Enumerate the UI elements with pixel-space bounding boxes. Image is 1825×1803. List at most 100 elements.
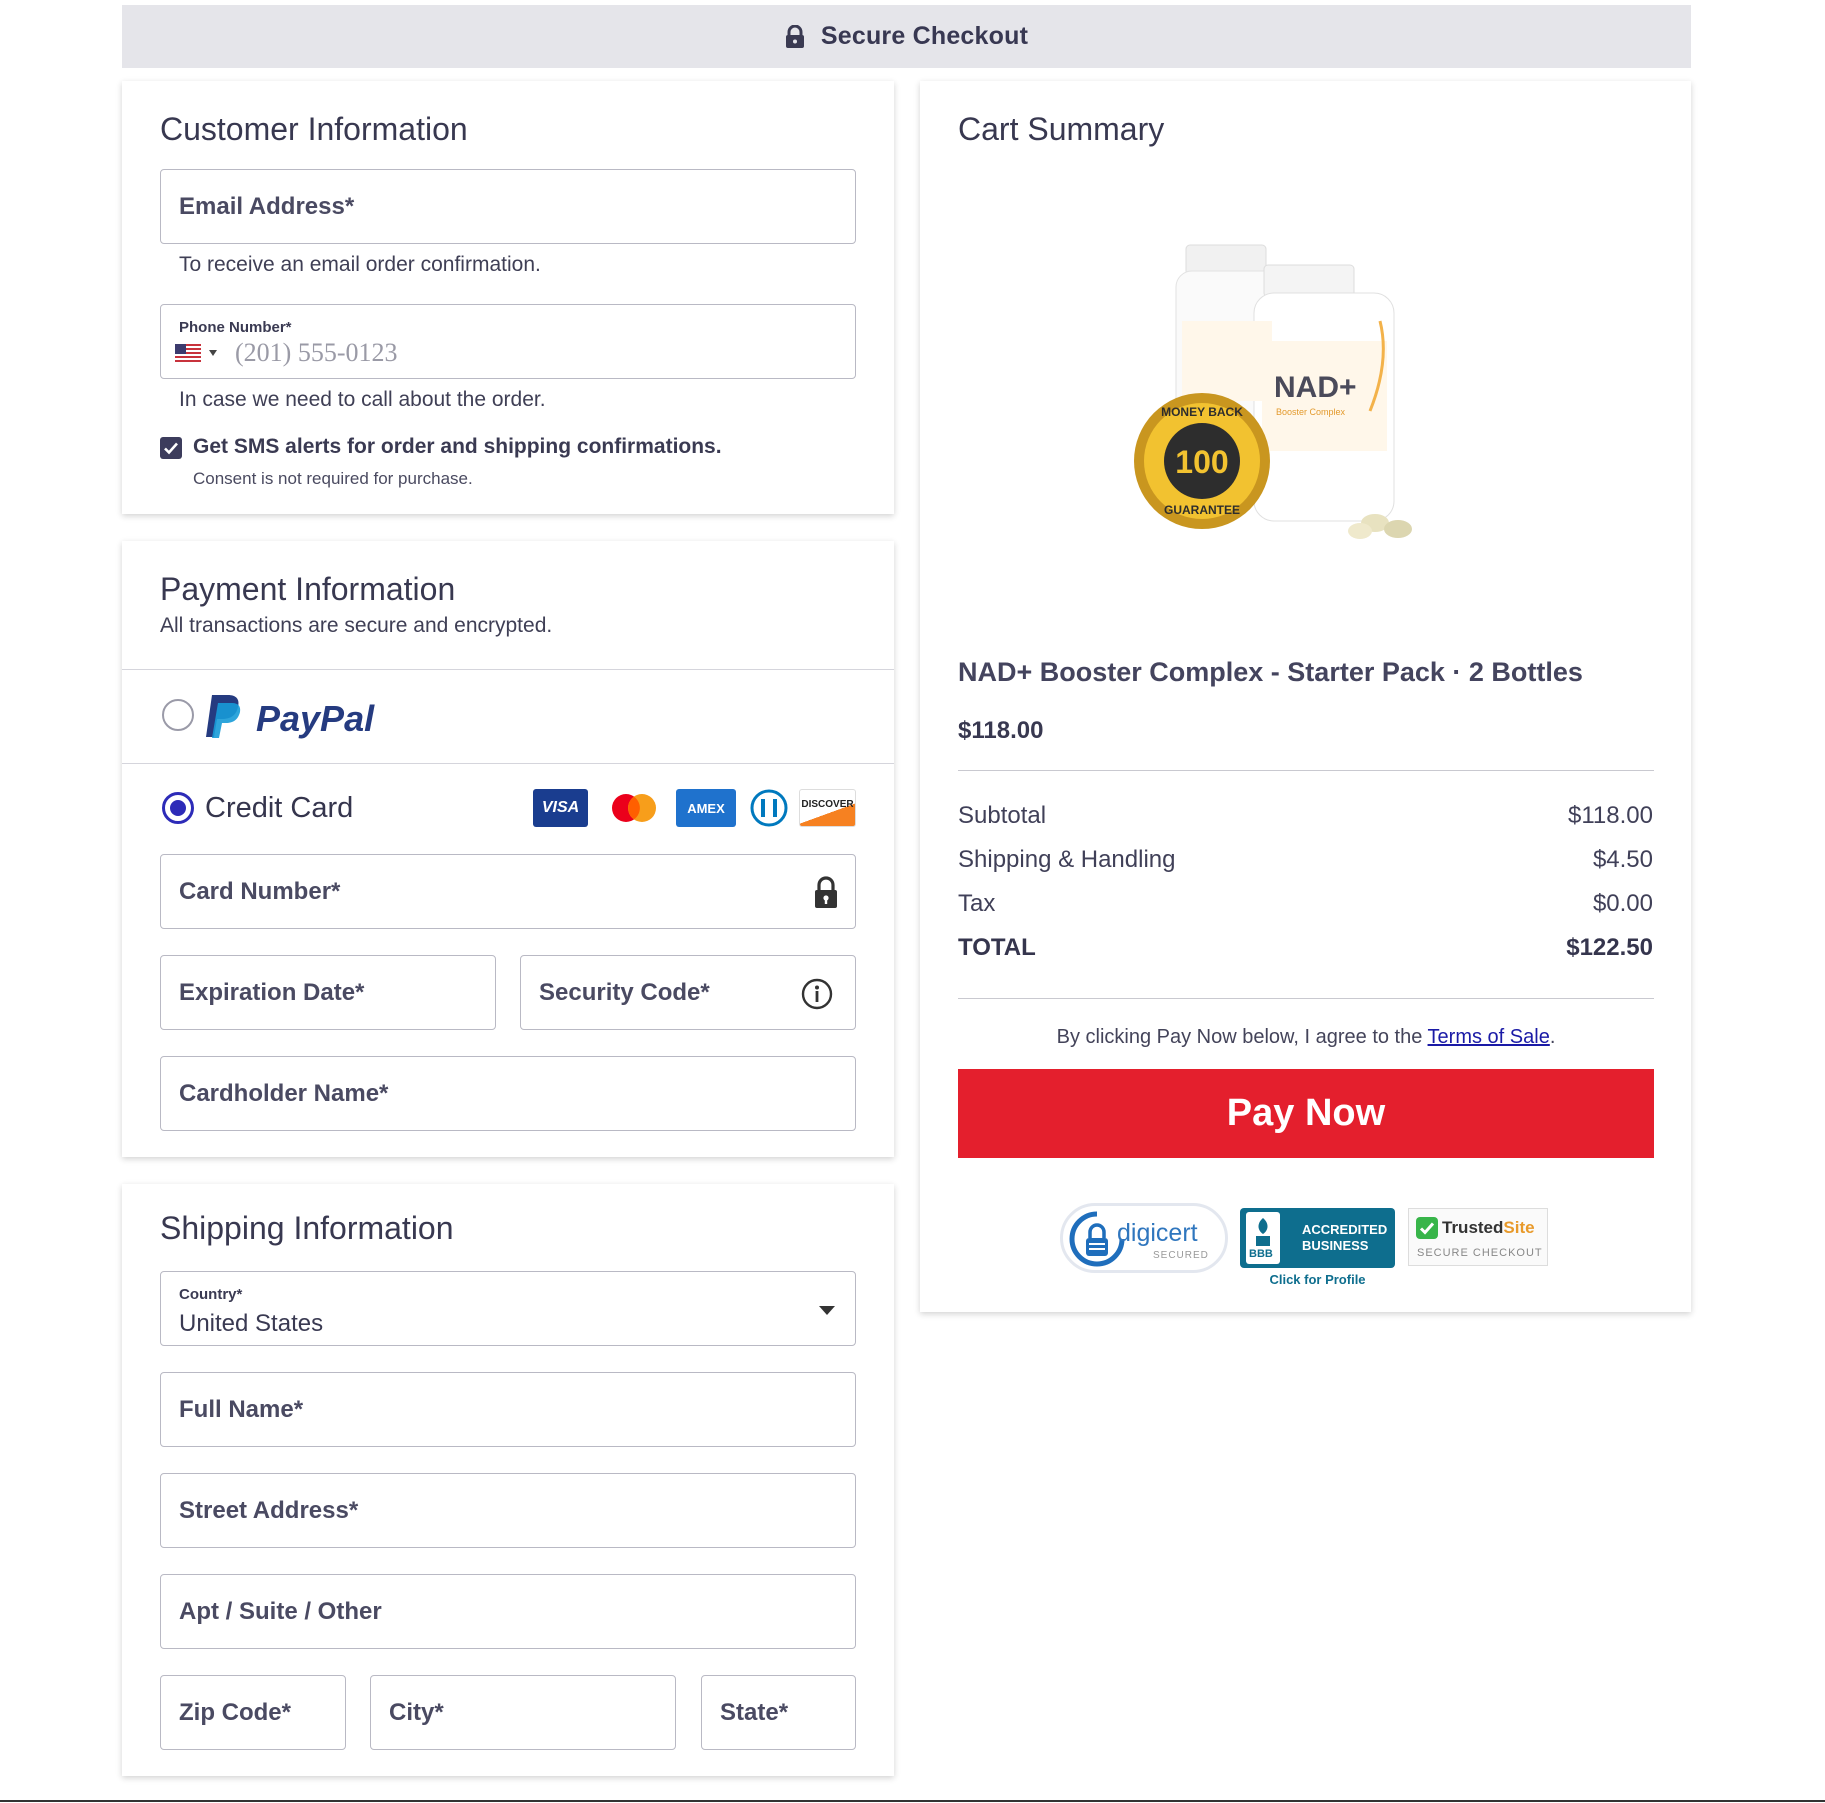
state-field[interactable]: State* [701,1675,856,1750]
shipping-label: Shipping & Handling [958,846,1176,873]
paypal-icon[interactable] [204,693,244,739]
shipping-information-heading: Shipping Information [160,1210,454,1246]
svg-text:NAD+: NAD+ [1274,371,1357,404]
digicert-badge[interactable]: digicert SECURED [1060,1203,1228,1273]
svg-text:GUARANTEE: GUARANTEE [1164,503,1240,517]
cart-summary-card: Cart Summary NAD+ Booster Complex 100 MO… [920,81,1691,1312]
secure-checkout-bar: Secure Checkout [122,5,1691,68]
svg-text:Booster Complex: Booster Complex [1276,407,1346,417]
total-label: TOTAL [958,934,1036,961]
city-label: City* [389,1698,444,1726]
digicert-text: digicert [1117,1219,1198,1247]
cardholder-name-field[interactable]: Cardholder Name* [160,1056,856,1131]
phone-input[interactable]: (201) 555-0123 [235,338,397,368]
tax-label: Tax [958,890,996,917]
divider [958,770,1654,771]
divider [958,998,1654,999]
payment-information-heading: Payment Information [160,571,456,607]
tax-value: $0.00 [1592,890,1653,917]
apt-suite-label: Apt / Suite / Other [179,1597,382,1625]
email-field[interactable]: Email Address* [160,169,856,244]
page-title: Secure Checkout [820,22,1029,50]
payment-information-card: Payment Information All transactions are… [122,541,894,1157]
phone-hint: In case we need to call about the order. [179,388,546,411]
city-field[interactable]: City* [370,1675,676,1750]
mastercard-icon [606,789,661,827]
paypal-radio[interactable] [162,699,194,731]
apt-suite-field[interactable]: Apt / Suite / Other [160,1574,856,1649]
trustedsite-text: TrustedSite [1442,1218,1535,1237]
page-bottom-border [0,1800,1825,1802]
full-name-field[interactable]: Full Name* [160,1372,856,1447]
sms-label[interactable]: Get SMS alerts for order and shipping co… [193,435,722,459]
sms-consent-note: Consent is not required for purchase. [193,469,473,488]
amex-icon: AMEX [676,789,736,827]
terms-suffix: . [1549,1026,1556,1048]
state-label: State* [720,1698,789,1726]
visa-icon: VISA [533,789,588,827]
subtotal-label: Subtotal [958,802,1047,829]
zip-code-field[interactable]: Zip Code* [160,1675,346,1750]
phone-field[interactable]: Phone Number* (201) 555-0123 [160,304,856,379]
bbb-mark: BBB [1249,1248,1273,1260]
info-icon[interactable] [801,978,833,1010]
total-value: $122.50 [1566,934,1653,961]
bbb-accredited-text: ACCREDITED [1302,1222,1388,1237]
payment-subheading: All transactions are secure and encrypte… [160,614,553,637]
full-name-label: Full Name* [179,1395,304,1423]
shipping-row: Shipping & Handling $4.50 [958,846,1653,874]
street-address-label: Street Address* [179,1496,359,1524]
card-number-label: Card Number* [179,877,341,905]
expiration-date-label: Expiration Date* [179,978,365,1006]
credit-card-radio[interactable] [162,792,194,824]
svg-text:100: 100 [1175,444,1228,480]
us-flag-icon[interactable] [175,344,201,362]
email-label: Email Address* [179,192,355,220]
bbb-business-text: BUSINESS [1302,1238,1369,1253]
digicert-secured-text: SECURED [1153,1250,1209,1261]
bbb-profile-link[interactable]: Click for Profile [1240,1272,1395,1287]
email-hint: To receive an email order confirmation. [179,253,541,276]
phone-label: Phone Number* [179,319,292,336]
credit-card-label[interactable]: Credit Card [205,792,353,825]
svg-text:MONEY BACK: MONEY BACK [1161,405,1243,419]
security-code-label: Security Code* [539,978,710,1006]
product-image: NAD+ Booster Complex 100 MONEY BACK GUAR… [1130,241,1470,541]
customer-information-heading: Customer Information [160,111,468,147]
chevron-down-icon[interactable] [209,350,217,356]
subtotal-value: $118.00 [1568,802,1653,829]
diners-club-icon [748,789,790,827]
product-price: $118.00 [958,717,1044,744]
zip-code-label: Zip Code* [179,1698,291,1726]
sms-checkbox[interactable] [160,437,182,459]
lock-icon [785,24,805,49]
country-label: Country* [179,1286,243,1303]
customer-information-card: Customer Information Email Address* To r… [122,81,894,514]
divider [122,763,894,764]
country-select[interactable]: Country* United States [160,1271,856,1346]
bbb-accredited-badge[interactable]: BBB ACCREDITED BUSINESS [1240,1208,1395,1268]
checkmark-icon [1416,1217,1438,1239]
trustedsite-badge[interactable]: TrustedSite SECURE CHECKOUT [1408,1208,1548,1266]
lock-icon [813,875,839,909]
terms-of-sale-link[interactable]: Terms of Sale [1428,1026,1550,1048]
card-number-field[interactable]: Card Number* [160,854,856,929]
tax-row: Tax $0.00 [958,890,1653,918]
shipping-value: $4.50 [1592,846,1653,873]
security-code-field[interactable]: Security Code* [520,955,856,1030]
pay-now-button[interactable]: Pay Now [958,1069,1654,1158]
country-value: United States [179,1310,324,1337]
paypal-label[interactable]: PayPal [256,698,374,740]
shipping-information-card: Shipping Information Country* United Sta… [122,1184,894,1776]
product-name: NAD+ Booster Complex - Starter Pack · 2 … [958,657,1583,687]
total-row: TOTAL $122.50 [958,934,1653,962]
cardholder-name-label: Cardholder Name* [179,1079,389,1107]
expiration-date-field[interactable]: Expiration Date* [160,955,496,1030]
terms-agreement: By clicking Pay Now below, I agree to th… [958,1026,1654,1049]
chevron-down-icon[interactable] [819,1306,835,1315]
divider [122,669,894,670]
subtotal-row: Subtotal $118.00 [958,802,1653,830]
street-address-field[interactable]: Street Address* [160,1473,856,1548]
secure-checkout-text: SECURE CHECKOUT [1417,1247,1543,1259]
cart-summary-heading: Cart Summary [958,111,1165,147]
